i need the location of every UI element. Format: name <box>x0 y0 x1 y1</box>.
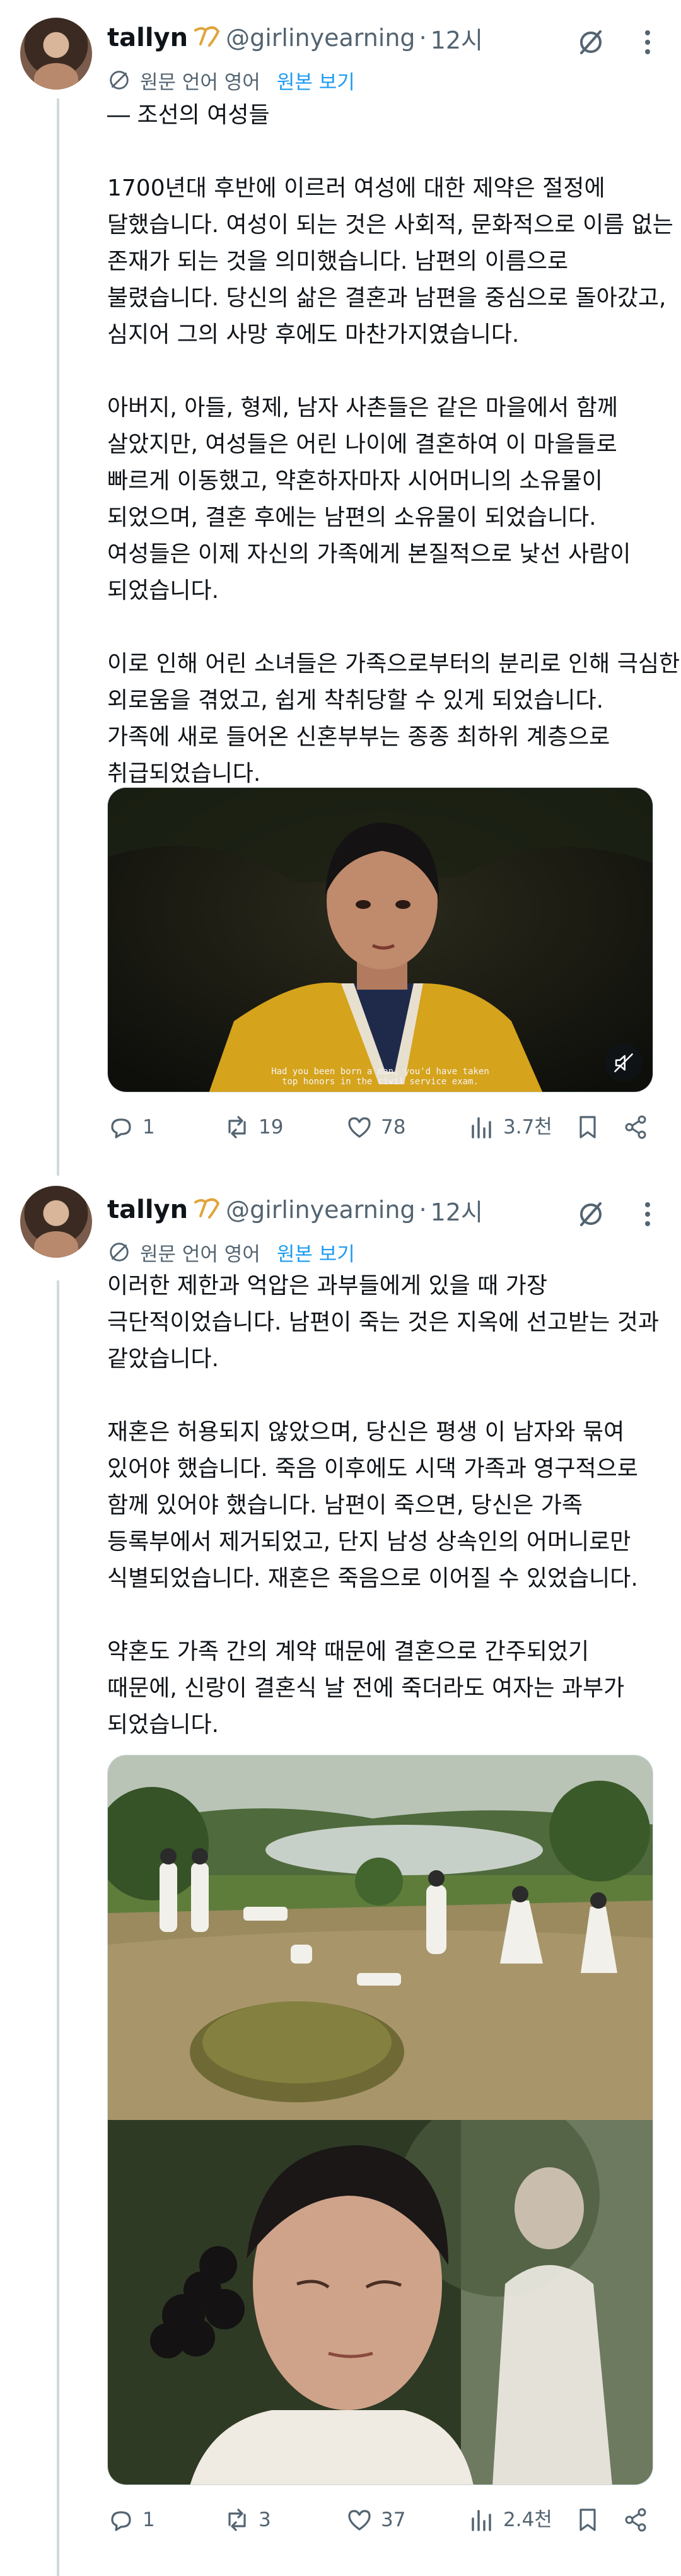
funeral-landscape-photo[interactable] <box>108 1755 653 2120</box>
text-line: 살았지만, 여성들은 어린 나이에 결혼하여 이 마을들로 <box>107 431 617 457</box>
text-line: 여성들은 이제 자신의 가족에게 본질적으로 낯선 사람이 <box>107 541 631 567</box>
like-button[interactable]: 78 <box>346 1111 405 1143</box>
translate-icon <box>110 71 129 90</box>
text-line: 같았습니다. <box>107 1346 219 1372</box>
views-button[interactable]: 2.4천 <box>468 2504 552 2536</box>
timestamp[interactable]: 12시 <box>431 21 483 56</box>
heart-icon <box>348 2510 371 2531</box>
translation-label: 원문 언어 영어 <box>140 71 260 94</box>
text-line: 재혼은 허용되지 않았으며, 당신은 평생 이 남자와 묶여 <box>107 1419 625 1445</box>
text-line: 존재가 되는 것을 의미했습니다. 남편의 이름으로 <box>107 249 569 274</box>
text-line: 되었으며, 결혼 후에는 남편의 소유물이 되었습니다. <box>107 505 597 530</box>
retweet-icon <box>228 2509 246 2531</box>
tweet-actions: 1 3 37 2.4천 <box>107 2504 662 2536</box>
video-player[interactable]: Had you been born a man, you'd have take… <box>107 787 653 1092</box>
more-options-icon[interactable] <box>632 26 663 58</box>
text-line: 식별되었습니다. 재혼은 죽음으로 이어질 수 있었습니다. <box>107 1566 638 1591</box>
reply-count: 1 <box>143 2509 155 2531</box>
bookmark-icon <box>579 2509 596 2531</box>
share-icon <box>625 2508 646 2532</box>
grok-icon[interactable] <box>575 1198 607 1230</box>
show-original-link[interactable]: 원본 보기 <box>277 66 355 95</box>
tweet-header: tallyn @girlinyearning · 12시 <box>107 19 483 57</box>
view-count: 2.4천 <box>503 2509 552 2531</box>
text-line: 함께 있어야 했습니다. 남편이 죽으면, 당신은 가족 <box>107 1492 583 1518</box>
more-options-icon[interactable] <box>632 1198 663 1230</box>
text-line: 때문에, 신랑이 결혼식 날 전에 죽더라도 여자는 과부가 <box>107 1675 625 1701</box>
views-chart-icon <box>472 1117 491 1139</box>
separator-dot: · <box>419 1196 427 1224</box>
text-line: 있어야 했습니다. 죽음 이후에도 시댁 가족과 영구적으로 <box>107 1456 638 1482</box>
reply-button[interactable]: 1 <box>107 1111 155 1143</box>
translation-bar: 원문 언어 영어 원본 보기 <box>107 66 355 95</box>
text-line: 약혼도 가족 간의 계약 때문에 결혼으로 간주되었기 <box>107 1639 590 1665</box>
widow-portrait-photo[interactable] <box>108 2120 653 2485</box>
tweet-1[interactable]: tallyn @girlinyearning · 12시 원문 언어 영어 원본… <box>0 14 681 1156</box>
text-line: 등록부에서 제거되었고, 단지 남성 상속인의 어머니로만 <box>107 1529 631 1555</box>
separator-dot: · <box>419 24 427 52</box>
retweet-count: 3 <box>259 2509 271 2531</box>
reply-icon <box>111 2511 131 2531</box>
translation-bar: 원문 언어 영어 원본 보기 <box>107 1238 355 1267</box>
view-count: 3.7천 <box>503 1116 552 1139</box>
avatar[interactable] <box>20 18 92 90</box>
user-handle[interactable]: @girlinyearning <box>226 1196 415 1224</box>
tweet-header: tallyn @girlinyearning · 12시 <box>107 1191 483 1229</box>
tweet-text: 이러한 제한과 억압은 과부들에게 있을 때 가장 극단적이었습니다. 남편이 … <box>107 1268 662 1743</box>
views-chart-icon <box>472 2510 491 2531</box>
timestamp[interactable]: 12시 <box>431 1193 483 1227</box>
text-line: 달했습니다. 여성이 되는 것은 사회적, 문화적으로 이름 없는 <box>107 212 673 238</box>
reply-button[interactable]: 1 <box>107 2504 155 2536</box>
user-handle[interactable]: @girlinyearning <box>226 24 415 52</box>
tweet-2[interactable]: tallyn @girlinyearning · 12시 원문 언어 영어 원본… <box>0 1186 681 2576</box>
avatar[interactable] <box>20 1186 92 1258</box>
grok-icon[interactable] <box>575 26 607 58</box>
text-line: 외로움을 겪었고, 쉽게 착취당할 수 있게 되었습니다. <box>107 688 604 713</box>
show-original-link[interactable]: 원본 보기 <box>277 1238 355 1267</box>
mute-icon <box>614 1053 633 1072</box>
retweet-button[interactable]: 19 <box>223 1111 283 1143</box>
retweet-icon <box>228 1116 246 1139</box>
reply-icon <box>111 1118 131 1139</box>
video-still <box>108 788 653 1092</box>
reply-count: 1 <box>143 1116 155 1139</box>
retweet-button[interactable]: 3 <box>223 2504 271 2536</box>
mute-button[interactable] <box>605 1044 643 1082</box>
text-line: 되었습니다. <box>107 578 219 604</box>
share-icon <box>625 1115 646 1139</box>
user-name[interactable]: tallyn <box>107 23 188 52</box>
translate-icon <box>110 1243 129 1262</box>
text-line: 아버지, 아들, 형제, 남자 사촌들은 같은 마을에서 함께 <box>107 395 618 421</box>
text-line: 빠르게 이동했고, 약혼하자마자 시어머니의 소유물이 <box>107 468 603 494</box>
views-button[interactable]: 3.7천 <box>468 1111 552 1143</box>
text-line: ― 조선의 여성들 <box>107 102 270 128</box>
tweet-text: ― 조선의 여성들 1700년대 후반에 이르러 여성에 대한 제약은 절정에 … <box>107 97 680 792</box>
video-subtitle: Had you been born a man, you'd have take… <box>271 1067 489 1087</box>
text-line: 심지어 그의 사망 후에도 마찬가지였습니다. <box>107 322 520 348</box>
photo-gallery[interactable] <box>107 1755 653 2485</box>
text-line: 되었습니다. <box>107 1712 219 1738</box>
translation-label: 원문 언어 영어 <box>140 1243 260 1266</box>
share-button[interactable] <box>622 2504 657 2536</box>
retweet-count: 19 <box>259 1116 284 1139</box>
bookmark-button[interactable] <box>574 1111 609 1143</box>
text-line: 극단적이었습니다. 남편이 죽는 것은 지옥에 선고받는 것과 <box>107 1309 659 1335</box>
bookmark-icon <box>579 1116 596 1139</box>
text-line: 이러한 제한과 억압은 과부들에게 있을 때 가장 <box>107 1273 547 1299</box>
bookmark-button[interactable] <box>574 2504 609 2536</box>
text-line: 이로 인해 어린 소녀들은 가족으로부터의 분리로 인해 극심한 <box>107 651 680 677</box>
text-line: 1700년대 후반에 이르러 여성에 대한 제약은 절정에 <box>107 175 605 201</box>
tweet-actions: 1 19 78 3.7천 <box>107 1111 662 1143</box>
flair-icon <box>194 26 220 47</box>
flair-icon <box>194 1198 220 1219</box>
like-button[interactable]: 37 <box>346 2504 405 2536</box>
like-count: 78 <box>381 1116 406 1139</box>
like-count: 37 <box>381 2509 406 2531</box>
text-line: 불렸습니다. 당신의 삶은 결혼과 남편을 중심으로 돌아갔고, <box>107 285 666 311</box>
share-button[interactable] <box>622 1111 657 1143</box>
text-line: 가족에 새로 들어온 신혼부부는 종종 최하위 계층으로 <box>107 724 610 750</box>
heart-icon <box>348 1117 371 1138</box>
user-name[interactable]: tallyn <box>107 1195 188 1224</box>
